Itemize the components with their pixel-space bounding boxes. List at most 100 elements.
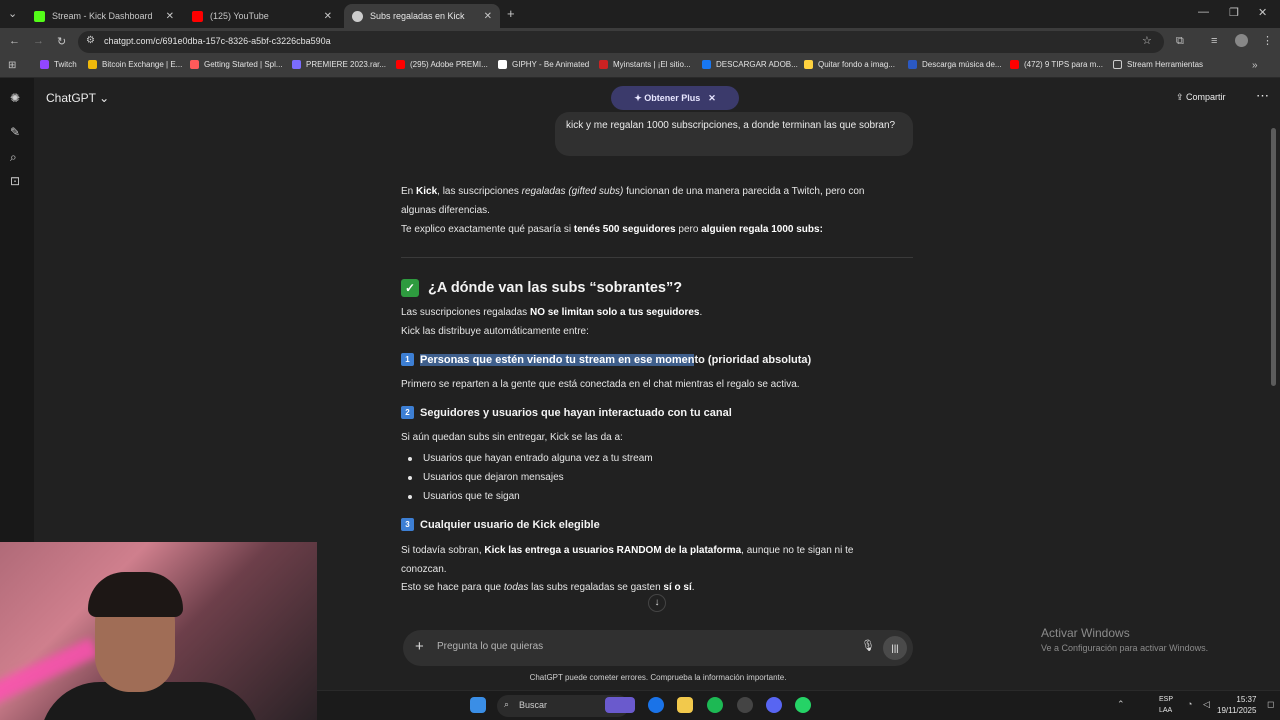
bookmark-item[interactable]: DESCARGAR ADOB...	[702, 60, 798, 69]
bookmark-item[interactable]: (472) 9 TIPS para m...	[1010, 60, 1103, 69]
number-2-icon: 2	[401, 406, 414, 419]
bookmark-folder[interactable]: Stream Herramientas	[1113, 60, 1203, 69]
file-explorer-icon[interactable]	[677, 697, 693, 713]
reload-icon[interactable]: ↻	[57, 35, 66, 48]
number-3-icon: 3	[401, 518, 414, 531]
section-heading: ✓ ¿A dónde van las subs “sobrantes”?	[401, 279, 682, 297]
bookmark-item[interactable]: Getting Started | Spl...	[190, 60, 283, 69]
discord-icon[interactable]	[766, 697, 782, 713]
activate-windows-subtitle: Ve a Configuración para activar Windows.	[1041, 643, 1209, 653]
divider	[401, 257, 913, 258]
minimize-icon[interactable]: —	[1198, 6, 1209, 18]
number-1-icon: 1	[401, 353, 414, 366]
close-tab-icon[interactable]: ✕	[484, 11, 492, 22]
close-window-icon[interactable]: ✕	[1258, 6, 1267, 19]
share-button[interactable]: ⇪ Compartir	[1176, 92, 1226, 103]
paragraph: Esto se hace para que todas las subs reg…	[401, 582, 695, 593]
language-indicator[interactable]: ESP LAA	[1159, 694, 1173, 716]
windows-taskbar: ⌕ Buscar ⌃ ESP LAA ◔ ◁ 15:37 19/11/2025 ◻	[317, 690, 1280, 720]
tab-groups-icon[interactable]: ≡	[1211, 35, 1217, 47]
intro-paragraph: En Kick, las suscripciones regaladas (gi…	[401, 186, 865, 216]
search-icon[interactable]: ⌕	[10, 150, 17, 165]
windows-start-icon[interactable]	[470, 697, 486, 713]
subheading-2: 2 Seguidores y usuarios que hayan interac…	[401, 406, 732, 419]
kick-icon	[34, 10, 45, 22]
star-icon[interactable]: ☆	[1142, 34, 1152, 47]
close-tab-icon[interactable]: ✕	[166, 11, 174, 22]
disclaimer: ChatGPT puede cometer errores. Comprueba…	[529, 673, 787, 682]
apps-icon[interactable]: ⊞	[8, 60, 16, 71]
paragraph: Kick las distribuye automáticamente entr…	[401, 326, 589, 337]
list-item: Usuarios que te sigan	[408, 491, 520, 502]
message-composer[interactable]: + Pregunta lo que quieras 🎙 |||	[403, 630, 913, 666]
menu-icon[interactable]: ⋮	[1262, 34, 1273, 47]
voice-mode-icon[interactable]: |||	[883, 636, 907, 660]
forward-icon[interactable]: →	[33, 35, 44, 47]
widget-icon[interactable]	[605, 697, 635, 713]
webcam-overlay	[0, 542, 317, 720]
close-icon[interactable]: ✕	[708, 93, 716, 104]
tab-search-icon[interactable]: ⌄	[8, 7, 17, 20]
new-tab-icon[interactable]: +	[507, 6, 515, 21]
whatsapp-icon[interactable]	[795, 697, 811, 713]
volume-icon[interactable]: ◁	[1203, 699, 1210, 710]
paragraph: Las suscripciones regaladas NO se limita…	[401, 307, 703, 318]
chevron-down-icon: ⌄	[99, 91, 110, 105]
bookmark-item[interactable]: GIPHY - Be Animated	[498, 60, 589, 69]
share-icon: ⇪	[1176, 92, 1187, 102]
library-icon[interactable]: ⊡	[10, 174, 20, 188]
tab-youtube[interactable]: (125) YouTube ✕	[184, 4, 340, 28]
spotify-icon[interactable]	[707, 697, 723, 713]
subheading-3: 3 Cualquier usuario de Kick elegible	[401, 518, 600, 531]
tab-kick-dashboard[interactable]: Stream - Kick Dashboard ✕	[26, 4, 182, 28]
paragraph: Si aún quedan subs sin entregar, Kick se…	[401, 432, 623, 443]
bookmark-item[interactable]: Myinstants | ¡El sitio...	[599, 60, 691, 69]
paragraph: Primero se reparten a la gente que está …	[401, 379, 800, 390]
list-item: Usuarios que hayan entrado alguna vez a …	[408, 453, 653, 464]
close-tab-icon[interactable]: ✕	[324, 11, 332, 22]
composer-input[interactable]: Pregunta lo que quieras	[437, 641, 543, 652]
maximize-icon[interactable]: ❐	[1229, 6, 1239, 19]
bookmarks-bar: ⊞ Twitch Bitcoin Exchange | E... Getting…	[0, 56, 1280, 78]
bookmark-item[interactable]: Twitch	[40, 60, 77, 69]
new-chat-icon[interactable]: ✎	[10, 125, 20, 139]
chevron-up-icon[interactable]: ⌃	[1117, 699, 1125, 710]
sparkle-icon: ✦	[634, 92, 645, 103]
add-attachment-icon[interactable]: +	[415, 638, 424, 655]
tab-chatgpt[interactable]: Subs regaladas en Kick ✕	[344, 4, 500, 28]
model-selector[interactable]: ChatGPT ⌄	[46, 91, 109, 105]
user-message-bubble: kick y me regalan 1000 subscripciones, a…	[555, 112, 913, 156]
subheading-1: 1 Personas que estén viendo tu stream en …	[401, 353, 811, 366]
microphone-icon[interactable]: 🎙	[861, 639, 875, 652]
list-item: Usuarios que dejaron mensajes	[408, 472, 564, 483]
site-info-icon[interactable]: ⚙	[86, 35, 95, 46]
chrome-icon[interactable]	[648, 697, 664, 713]
activate-windows-title: Activar Windows	[1041, 626, 1130, 640]
extensions-icon[interactable]: ⧉	[1176, 35, 1184, 48]
bookmark-item[interactable]: Descarga música de...	[908, 60, 1002, 69]
notifications-icon[interactable]: ◻	[1267, 699, 1274, 710]
browser-tab-bar: ⌄ Stream - Kick Dashboard ✕ (125) YouTub…	[0, 0, 1280, 28]
youtube-icon	[192, 10, 203, 22]
back-icon[interactable]: ←	[9, 35, 20, 47]
bookmark-item[interactable]: (295) Adobe PREMI...	[396, 60, 488, 69]
scroll-down-icon[interactable]: ↓	[648, 594, 666, 612]
wifi-icon[interactable]: ◔	[1187, 699, 1192, 709]
app-icon[interactable]	[737, 697, 753, 713]
openai-logo-icon[interactable]: ✺	[10, 91, 20, 105]
search-icon: ⌕	[504, 699, 510, 709]
clock[interactable]: 15:37 19/11/2025	[1217, 694, 1256, 716]
paragraph: Si todavía sobran, Kick las entrega a us…	[401, 545, 854, 575]
more-bookmarks-icon[interactable]: »	[1252, 60, 1258, 71]
url-input[interactable]: ⚙ chatgpt.com/c/691e0dba-157c-8326-a5bf-…	[78, 31, 1164, 53]
profile-avatar[interactable]	[1235, 34, 1248, 47]
selected-text[interactable]: Personas que estén viendo tu stream en e…	[420, 353, 695, 366]
bookmark-item[interactable]: PREMIERE 2023.rar...	[292, 60, 386, 69]
bookmark-item[interactable]: Bitcoin Exchange | E...	[88, 60, 182, 69]
bookmark-item[interactable]: Quitar fondo a imag...	[804, 60, 895, 69]
intro-paragraph-2: Te explico exactamente qué pasaría si te…	[401, 224, 823, 235]
get-plus-button[interactable]: ✦ Obtener Plus ✕	[611, 86, 739, 110]
scrollbar[interactable]	[1271, 128, 1276, 386]
chatgpt-icon	[352, 10, 363, 22]
more-options-icon[interactable]: ⋯	[1256, 88, 1269, 104]
